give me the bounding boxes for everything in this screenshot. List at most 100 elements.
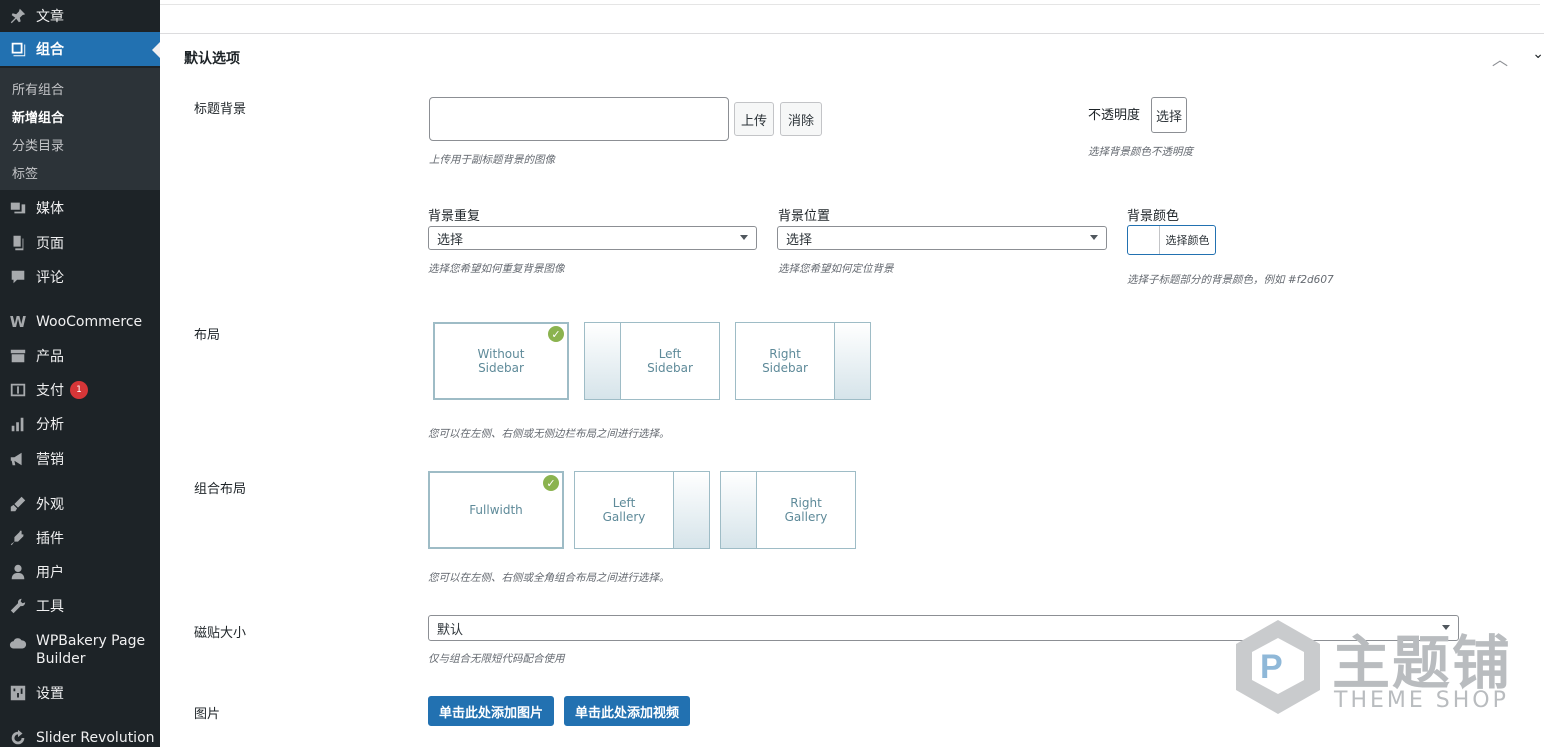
menu-users[interactable]: 用户 bbox=[0, 560, 160, 584]
title-bg-hint: 上传用于副标题背景的图像 bbox=[429, 154, 555, 166]
menu-payments-label: 支付 bbox=[36, 383, 64, 399]
menu-users-label: 用户 bbox=[36, 565, 64, 581]
menu-tools[interactable]: 工具 bbox=[0, 594, 160, 618]
comment-icon bbox=[8, 267, 28, 287]
caret-down-icon bbox=[740, 235, 748, 240]
add-image-button[interactable]: 单击此处添加图片 bbox=[428, 696, 554, 726]
bg-repeat-value: 选择 bbox=[437, 232, 464, 248]
title-bg-label: 标题背景 bbox=[194, 102, 247, 117]
menu-plugins[interactable]: 插件 bbox=[0, 526, 160, 550]
submenu-categories[interactable]: 分类目录 bbox=[12, 135, 64, 154]
tile-size-value: 默认 bbox=[437, 622, 464, 638]
submenu-all-portfolio[interactable]: 所有组合 bbox=[12, 79, 64, 98]
bg-position-value: 选择 bbox=[786, 232, 813, 248]
layout-right-sidebar[interactable]: Right Sidebar bbox=[735, 322, 871, 400]
bg-color-picker[interactable]: 选择颜色 bbox=[1127, 225, 1216, 255]
menu-marketing-label: 营销 bbox=[36, 452, 64, 468]
layout-left-sidebar-label: Left Sidebar bbox=[647, 347, 693, 375]
tile-size-label: 磁贴大小 bbox=[194, 626, 247, 641]
bg-color-hint: 选择子标题部分的背景颜色，例如 #f2d607 bbox=[1127, 274, 1334, 286]
refresh-icon bbox=[8, 728, 28, 747]
layout-hint: 您可以在左侧、右侧或无侧边栏布局之间进行选择。 bbox=[428, 428, 670, 440]
bg-repeat-hint: 选择您希望如何重复背景图像 bbox=[428, 263, 565, 275]
bg-position-hint: 选择您希望如何定位背景 bbox=[778, 263, 894, 275]
menu-media-label: 媒体 bbox=[36, 201, 64, 217]
portfolio-layout-right-gallery[interactable]: Right Gallery bbox=[720, 471, 856, 549]
bg-position-label: 背景位置 bbox=[778, 209, 831, 224]
archive-icon bbox=[8, 346, 28, 366]
select-color-button[interactable]: 选择颜色 bbox=[1160, 226, 1215, 254]
menu-settings[interactable]: 设置 bbox=[0, 681, 160, 705]
menu-wpbakery-label: WPBakery Page Builder bbox=[36, 633, 146, 667]
menu-woocommerce-label: WooCommerce bbox=[36, 314, 143, 330]
plugin-icon bbox=[8, 528, 28, 548]
menu-wpbakery[interactable]: WPBakery Page Builder bbox=[0, 632, 160, 668]
layout-right-sidebar-label: Right Sidebar bbox=[762, 347, 808, 375]
portfolio-layout-left-gallery-label: Left Gallery bbox=[602, 496, 646, 524]
upload-button[interactable]: 上传 bbox=[734, 102, 774, 136]
menu-appearance[interactable]: 外观 bbox=[0, 492, 160, 516]
bg-repeat-label: 背景重复 bbox=[428, 209, 481, 224]
menu-pages[interactable]: 页面 bbox=[0, 231, 160, 255]
menu-products[interactable]: 产品 bbox=[0, 344, 160, 368]
admin-sidebar: 文章 组合 所有组合 新增组合 分类目录 标签 媒体 页面 评论 W WooCo… bbox=[0, 0, 160, 747]
menu-woocommerce[interactable]: W WooCommerce bbox=[0, 310, 160, 334]
settings-icon bbox=[8, 683, 28, 703]
svg-text:P: P bbox=[1260, 648, 1283, 686]
main-content: 默认选项 ︿ ⌄ 标题背景 上传 消除 上传用于副标题背景的图像 不透明度 选择… bbox=[160, 0, 1544, 747]
panel-title: 默认选项 bbox=[184, 51, 240, 67]
bg-color-label: 背景颜色 bbox=[1127, 209, 1180, 224]
payments-badge: 1 bbox=[70, 381, 88, 399]
opacity-label: 不透明度 bbox=[1088, 108, 1141, 123]
portfolio-submenu: 所有组合 新增组合 分类目录 标签 bbox=[0, 68, 160, 190]
chevron-up-icon[interactable]: ︿ bbox=[1492, 46, 1508, 70]
menu-slider-revolution[interactable]: Slider Revolution bbox=[0, 727, 160, 747]
portfolio-layout-left-gallery[interactable]: Left Gallery bbox=[574, 471, 710, 549]
menu-media[interactable]: 媒体 bbox=[0, 196, 160, 220]
portfolio-layout-label: 组合布局 bbox=[194, 482, 247, 497]
submenu-add-portfolio[interactable]: 新增组合 bbox=[12, 107, 64, 126]
menu-portfolio[interactable]: 组合 bbox=[0, 32, 160, 66]
add-video-button[interactable]: 单击此处添加视频 bbox=[564, 696, 690, 726]
portfolio-icon bbox=[8, 39, 28, 59]
menu-payments[interactable]: 支付 1 bbox=[0, 378, 160, 402]
chart-icon bbox=[8, 414, 28, 434]
bg-position-select[interactable]: 选择 bbox=[777, 226, 1107, 250]
menu-settings-label: 设置 bbox=[36, 686, 64, 702]
pin-icon bbox=[8, 6, 28, 26]
megaphone-icon bbox=[8, 449, 28, 469]
menu-pages-label: 页面 bbox=[36, 236, 64, 252]
title-bg-url-input[interactable] bbox=[429, 97, 729, 141]
color-swatch[interactable] bbox=[1128, 226, 1160, 254]
menu-comments-label: 评论 bbox=[36, 270, 64, 286]
tile-size-hint: 仅与组合无限短代码配合使用 bbox=[428, 653, 565, 665]
woocommerce-icon: W bbox=[9, 313, 27, 331]
bg-repeat-select[interactable]: 选择 bbox=[428, 226, 757, 250]
opacity-hint: 选择背景颜色不透明度 bbox=[1088, 146, 1193, 158]
brush-icon bbox=[8, 494, 28, 514]
watermark-logo-icon: P bbox=[1236, 620, 1320, 714]
portfolio-layout-hint: 您可以在左侧、右侧或全角组合布局之间进行选择。 bbox=[428, 572, 670, 584]
payment-icon bbox=[8, 380, 28, 400]
media-icon bbox=[8, 198, 28, 218]
submenu-tags[interactable]: 标签 bbox=[12, 163, 38, 182]
watermark-subtext: THEME SHOP bbox=[1334, 688, 1509, 713]
user-icon bbox=[8, 562, 28, 582]
clear-button[interactable]: 消除 bbox=[780, 102, 822, 136]
menu-slider-revolution-label: Slider Revolution bbox=[36, 730, 155, 746]
menu-analytics[interactable]: 分析 bbox=[0, 412, 160, 436]
images-label: 图片 bbox=[194, 707, 221, 722]
page-icon bbox=[8, 233, 28, 253]
menu-comments[interactable]: 评论 bbox=[0, 265, 160, 289]
layout-label: 布局 bbox=[194, 328, 221, 343]
layout-left-sidebar[interactable]: Left Sidebar bbox=[584, 322, 720, 400]
menu-portfolio-label: 组合 bbox=[36, 42, 64, 58]
menu-appearance-label: 外观 bbox=[36, 497, 64, 513]
menu-marketing[interactable]: 营销 bbox=[0, 447, 160, 471]
menu-posts[interactable]: 文章 bbox=[0, 0, 160, 32]
chevron-down-icon[interactable]: ⌄ bbox=[1532, 46, 1544, 62]
menu-products-label: 产品 bbox=[36, 349, 64, 365]
opacity-select[interactable]: 选择 bbox=[1151, 97, 1187, 133]
portfolio-layout-right-gallery-label: Right Gallery bbox=[784, 496, 828, 524]
watermark: P 主题铺 THEME SHOP bbox=[1230, 616, 1520, 720]
